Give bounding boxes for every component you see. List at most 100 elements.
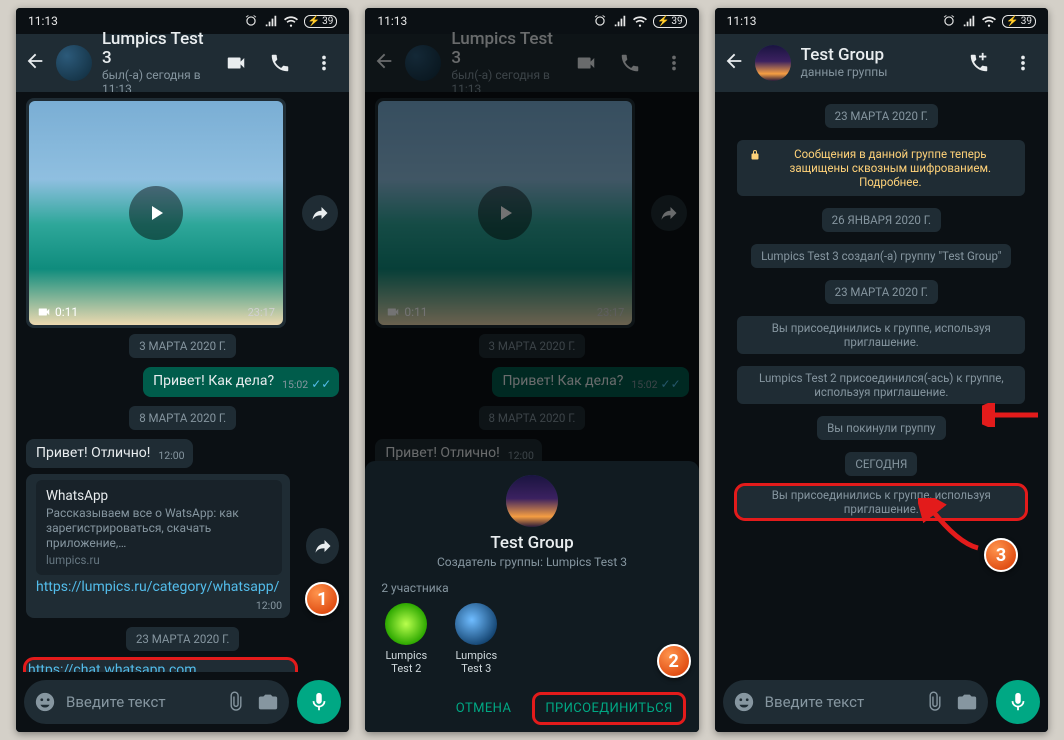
date-chip: 23 МАРТА 2020 Г. [825, 104, 938, 128]
video-message: 0:11 23:17 [375, 98, 635, 328]
message-input-bar: Введите текст [16, 672, 349, 732]
contact-avatar[interactable] [56, 45, 92, 81]
more-icon [663, 52, 685, 74]
forward-button[interactable] [306, 528, 339, 564]
group-name: Test Group [801, 46, 958, 66]
sent-message: Привет! Как дела?15:02✓✓ [492, 367, 688, 397]
link-domain: lumpics.ru [46, 553, 272, 567]
battery-indicator: ⚡39 [653, 15, 687, 28]
message-input[interactable]: Введите текст [765, 693, 914, 711]
battery-indicator: ⚡39 [1002, 15, 1036, 28]
step-badge-2: 2 [657, 644, 691, 678]
message-text: Привет! Отлично! [36, 445, 150, 461]
contact-name: Lumpics Test 3 [451, 30, 564, 69]
group-subtitle: данные группы [801, 66, 958, 80]
link-title: WhatsApp [46, 488, 272, 504]
video-message[interactable]: 0:11 23:17 [26, 98, 286, 328]
invite-link-message[interactable]: https://chat.whatsapp.com /CJMDNBNXXXXXX… [26, 660, 295, 672]
add-call-icon[interactable] [968, 52, 990, 74]
contact-name: Lumpics Test 3 [102, 30, 215, 69]
date-chip-today: СЕГОДНЯ [845, 452, 917, 476]
link-preview-message[interactable]: WhatsApp Рассказываем все о WatsApp: как… [26, 474, 290, 618]
system-message: Вы присоединились к группе, используя пр… [737, 316, 1025, 354]
signal-icon [613, 14, 627, 28]
cancel-button[interactable]: ОТМЕНА [456, 701, 512, 716]
group-creator: Создатель группы: Lumpics Test 3 [381, 555, 682, 569]
battery-indicator: ⚡39 [304, 15, 338, 28]
join-group-sheet: Test Group Создатель группы: Lumpics Tes… [365, 461, 698, 732]
back-button[interactable] [723, 50, 745, 76]
signal-icon [962, 14, 976, 28]
emoji-icon[interactable] [34, 691, 56, 713]
message-text: Привет! Как дела? [153, 373, 274, 389]
annotation-arrow [918, 498, 988, 558]
group-header[interactable]: Test Group данные группы [715, 34, 1048, 92]
message-input-bar: Введите текст [715, 672, 1048, 732]
link-description: Рассказываем все о WatsApp: как зарегист… [46, 506, 272, 551]
alarm-icon [942, 14, 956, 28]
member-item: Lumpics Test 2 [381, 603, 431, 675]
camera-icon[interactable] [257, 691, 279, 713]
lock-icon [749, 149, 761, 161]
member-avatar [385, 603, 427, 645]
voice-call-icon[interactable] [269, 52, 291, 74]
voice-call-icon [619, 52, 641, 74]
mic-button[interactable] [297, 680, 341, 724]
attach-icon[interactable] [924, 691, 946, 713]
alarm-icon [593, 14, 607, 28]
group-avatar[interactable] [755, 45, 791, 81]
wifi-icon [982, 14, 996, 28]
video-duration: 0:11 [37, 305, 78, 319]
chat-header: Lumpics Test 3 был(-а) сегодня в 11:13 [365, 34, 698, 92]
step-badge-3: 3 [984, 538, 1018, 572]
more-icon[interactable] [313, 52, 335, 74]
group-name: Test Group [381, 533, 682, 553]
contact-avatar [405, 45, 441, 81]
signal-icon [264, 14, 278, 28]
system-message: Lumpics Test 2 присоединился(-ась) к гру… [737, 366, 1025, 404]
group-avatar [506, 475, 558, 527]
member-name: Lumpics Test 3 [451, 649, 501, 675]
video-call-icon[interactable] [225, 52, 247, 74]
date-chip: 3 МАРТА 2020 Г. [129, 334, 236, 358]
clock: 11:13 [377, 14, 407, 28]
forward-button[interactable] [302, 195, 338, 231]
attach-icon[interactable] [225, 691, 247, 713]
clock: 11:13 [28, 14, 58, 28]
video-timestamp: 23:17 [248, 306, 275, 319]
annotation-arrow [982, 403, 1042, 427]
wifi-icon [284, 14, 298, 28]
member-name: Lumpics Test 2 [381, 649, 431, 675]
member-count: 2 участника [381, 581, 682, 595]
date-chip: 26 ЯНВАРЯ 2020 Г. [822, 208, 941, 232]
link-url[interactable]: https://lumpics.ru/category/whatsapp/ [36, 579, 282, 595]
date-chip: 23 МАРТА 2020 Г. [825, 280, 938, 304]
date-chip: 23 МАРТА 2020 Г. [126, 627, 239, 651]
read-ticks-icon: ✓✓ [311, 377, 331, 391]
back-button[interactable] [24, 50, 46, 76]
camera-icon[interactable] [956, 691, 978, 713]
play-icon[interactable] [129, 186, 183, 240]
message-input[interactable]: Введите текст [66, 693, 215, 711]
chat-header[interactable]: Lumpics Test 3 был(-а) сегодня в 11:13 [16, 34, 349, 92]
alarm-icon [244, 14, 258, 28]
clock: 11:13 [727, 14, 757, 28]
received-message[interactable]: Привет! Отлично! 12:00 [26, 439, 193, 468]
invite-link-line1[interactable]: https://chat.whatsapp.com [28, 662, 293, 672]
screenshot-1: 11:13 ⚡39 Lumpics Test 3 был(-а) сегодня… [16, 8, 349, 732]
join-button[interactable]: ПРИСОЕДИНИТЬСЯ [535, 695, 682, 722]
encryption-notice[interactable]: Сообщения в данной группе теперь защищен… [737, 140, 1025, 196]
status-bar: 11:13 ⚡39 [715, 8, 1048, 34]
play-icon [478, 186, 532, 240]
more-icon[interactable] [1012, 52, 1034, 74]
member-avatar [455, 603, 497, 645]
mic-button[interactable] [996, 680, 1040, 724]
system-message: Lumpics Test 3 создал(-а) группу "Test G… [751, 244, 1011, 268]
emoji-icon[interactable] [733, 691, 755, 713]
sent-message[interactable]: Привет! Как дела? 15:02✓✓ [143, 367, 339, 397]
forward-button [651, 195, 687, 231]
back-button [373, 50, 395, 76]
member-item: Lumpics Test 3 [451, 603, 501, 675]
system-message-left: Вы покинули группу [817, 416, 945, 440]
wifi-icon [633, 14, 647, 28]
